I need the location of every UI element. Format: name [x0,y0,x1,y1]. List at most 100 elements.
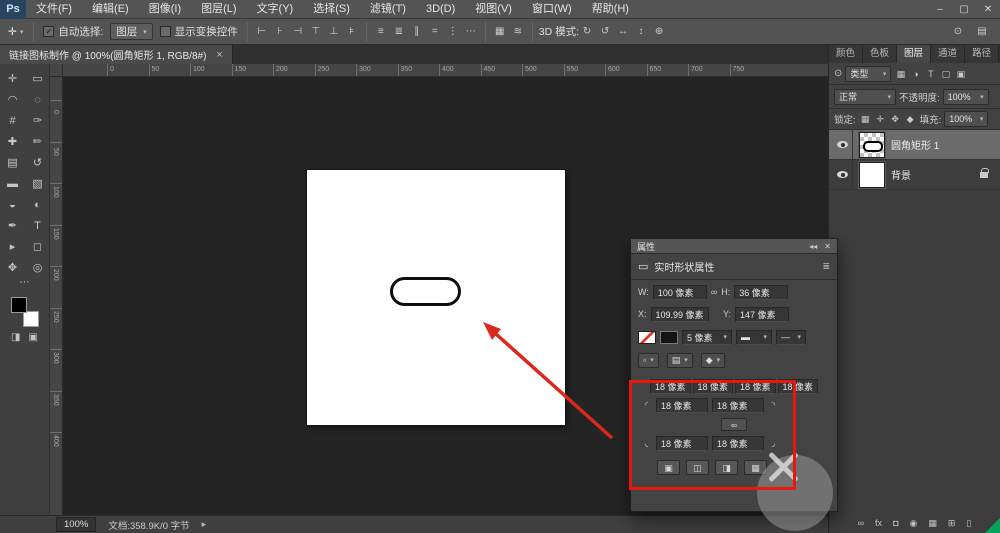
options-icon[interactable]: ≋ [510,23,526,40]
link-corner-radii-button[interactable]: ∞ [721,418,747,431]
distribute-middle-icon[interactable]: ≣ [391,23,407,40]
menu-item[interactable]: 文件(F) [26,0,82,19]
quick-mask-icon[interactable]: ◨ [11,332,20,343]
zoom-tool[interactable]: ◎ [33,261,43,274]
stroke-dash-select[interactable]: —▾ [776,330,806,345]
distribute-center-icon[interactable]: ⋮ [445,23,461,40]
corner-op-4-button[interactable]: ▦ [744,460,767,475]
menu-item[interactable]: 窗口(W) [522,0,582,19]
eraser-tool[interactable]: ▬ [7,178,18,190]
document-tab[interactable]: 链接图标制作 @ 100%(圆角矩形 1, RGB/8#) × [0,45,233,64]
blend-mode-select[interactable]: 正常 [834,89,896,105]
quick-select-tool[interactable]: ◌ [34,94,41,106]
filter-pixel-icon[interactable]: ▦ [894,67,907,81]
corner-bottom-right-field[interactable]: 18 像素 [712,436,764,451]
fill-opacity-select[interactable]: 100% [944,111,988,127]
3d-rotate-icon[interactable]: ↻ [579,23,595,40]
vertical-ruler[interactable]: 050100150200250300350400 [50,77,63,515]
height-field[interactable]: 36 像素 [734,285,788,300]
stroke-width-select[interactable]: 5 像素▾ [682,330,732,345]
tab-color[interactable]: 颜色 [829,45,863,63]
current-tool-preset[interactable]: ✛ ▾ [4,26,27,38]
search-icon[interactable]: ⊙ [950,23,966,40]
lock-pixels-icon[interactable]: ✛ [874,112,887,126]
corner-radius-field[interactable]: 18 像素 [650,379,691,394]
corner-op-1-button[interactable]: ▣ [657,460,680,475]
minimize-button[interactable]: – [928,0,952,19]
delete-layer-icon[interactable]: ▯ [966,515,971,531]
distribute-left-icon[interactable]: = [427,23,443,40]
layer-thumbnail[interactable] [859,132,885,158]
menu-item[interactable]: 视图(V) [465,0,522,19]
dodge-tool[interactable]: ◐ [34,199,41,211]
type-tool[interactable]: T [34,220,41,232]
crop-tool[interactable]: # [9,115,15,127]
distribute-right-icon[interactable]: ⋯ [463,23,479,40]
align-right-icon[interactable]: ⊣ [290,23,306,40]
corner-top-right-field[interactable]: 18 像素 [712,398,764,413]
lasso-tool[interactable]: ◠ [8,93,18,106]
move-tool[interactable]: ✛ [8,72,17,85]
stroke-swatch[interactable] [660,331,678,344]
blur-tool[interactable]: ◒ [9,199,16,211]
close-tab-icon[interactable]: × [216,49,222,61]
menu-item[interactable]: 图像(I) [139,0,191,19]
menu-item[interactable]: 文字(Y) [247,0,304,19]
3d-scale-icon[interactable]: ⊕ [651,23,667,40]
new-layer-icon[interactable]: ⊞ [948,515,956,531]
fill-swatch[interactable] [638,331,656,344]
healing-brush-tool[interactable]: ✚ [8,135,17,148]
show-transform-checkbox[interactable]: 显示变换控件 [157,24,241,39]
layer-row[interactable]: 背景 [829,160,1000,190]
visibility-toggle[interactable] [833,160,853,189]
layer-mask-icon[interactable]: ◘ [893,515,898,531]
corner-radius-field[interactable]: 18 像素 [735,379,776,394]
auto-align-icon[interactable]: ▦ [492,23,508,40]
workspace-switcher-icon[interactable]: ▤ [974,23,990,40]
filter-type-icon[interactable]: T [924,67,937,81]
filter-smart-icon[interactable]: ▣ [954,67,967,81]
marquee-tool[interactable]: ▭ [32,72,42,85]
pen-tool[interactable]: ✒ [8,219,17,232]
distribute-top-icon[interactable]: ≡ [373,23,389,40]
collapse-panel-icon[interactable]: ◂◂ [809,242,817,251]
corner-top-left-field[interactable]: 18 像素 [656,398,708,413]
tab-layers[interactable]: 图层 [897,45,931,63]
filter-adjustment-icon[interactable]: ◑ [909,67,922,81]
lock-transparent-icon[interactable]: ▦ [859,112,872,126]
tab-channels[interactable]: 通道 [931,45,965,63]
width-field[interactable]: 100 像素 [653,285,707,300]
shape-tool[interactable]: ◻ [33,240,42,253]
align-left-icon[interactable]: ⊢ [254,23,270,40]
panel-menu-icon[interactable]: ≣ [822,261,830,272]
tab-paths[interactable]: 路径 [965,45,999,63]
tab-swatches[interactable]: 色板 [863,45,897,63]
align-bottom-icon[interactable]: ⊧ [344,23,360,40]
stroke-type-select[interactable]: ▬▾ [736,330,772,345]
menu-item[interactable]: 滤镜(T) [360,0,416,19]
corner-op-2-button[interactable]: ◫ [686,460,709,475]
eyedropper-tool[interactable]: ✑ [33,114,42,127]
document-canvas[interactable] [307,170,565,425]
properties-titlebar[interactable]: 属性 ◂◂ ✕ [631,239,837,254]
gradient-tool[interactable]: ▧ [32,177,42,190]
menu-item[interactable]: 3D(D) [416,0,465,19]
history-brush-tool[interactable]: ↺ [33,156,42,169]
layer-group-icon[interactable]: ▦ [928,515,937,531]
more-tools-icon[interactable]: ⋯ [0,278,49,290]
menu-item[interactable]: 图层(L) [191,0,246,19]
y-field[interactable]: 147 像素 [735,307,789,322]
visibility-toggle[interactable] [833,130,853,159]
layer-row[interactable]: 圆角矩形 1 [829,130,1000,160]
adjustment-layer-icon[interactable]: ◉ [910,515,918,531]
menu-item[interactable]: 帮助(H) [582,0,639,19]
lock-position-icon[interactable]: ✥ [889,112,902,126]
align-top-icon[interactable]: ⊤ [308,23,324,40]
link-layers-icon[interactable]: ∞ [858,515,864,531]
clone-stamp-tool[interactable]: ▤ [7,156,17,169]
filter-kind-select[interactable]: 类型 [845,66,891,82]
maximize-button[interactable]: ▢ [952,0,976,19]
rounded-rectangle-shape[interactable] [390,277,461,306]
foreground-color-swatch[interactable] [11,297,27,313]
3d-roll-icon[interactable]: ↺ [597,23,613,40]
